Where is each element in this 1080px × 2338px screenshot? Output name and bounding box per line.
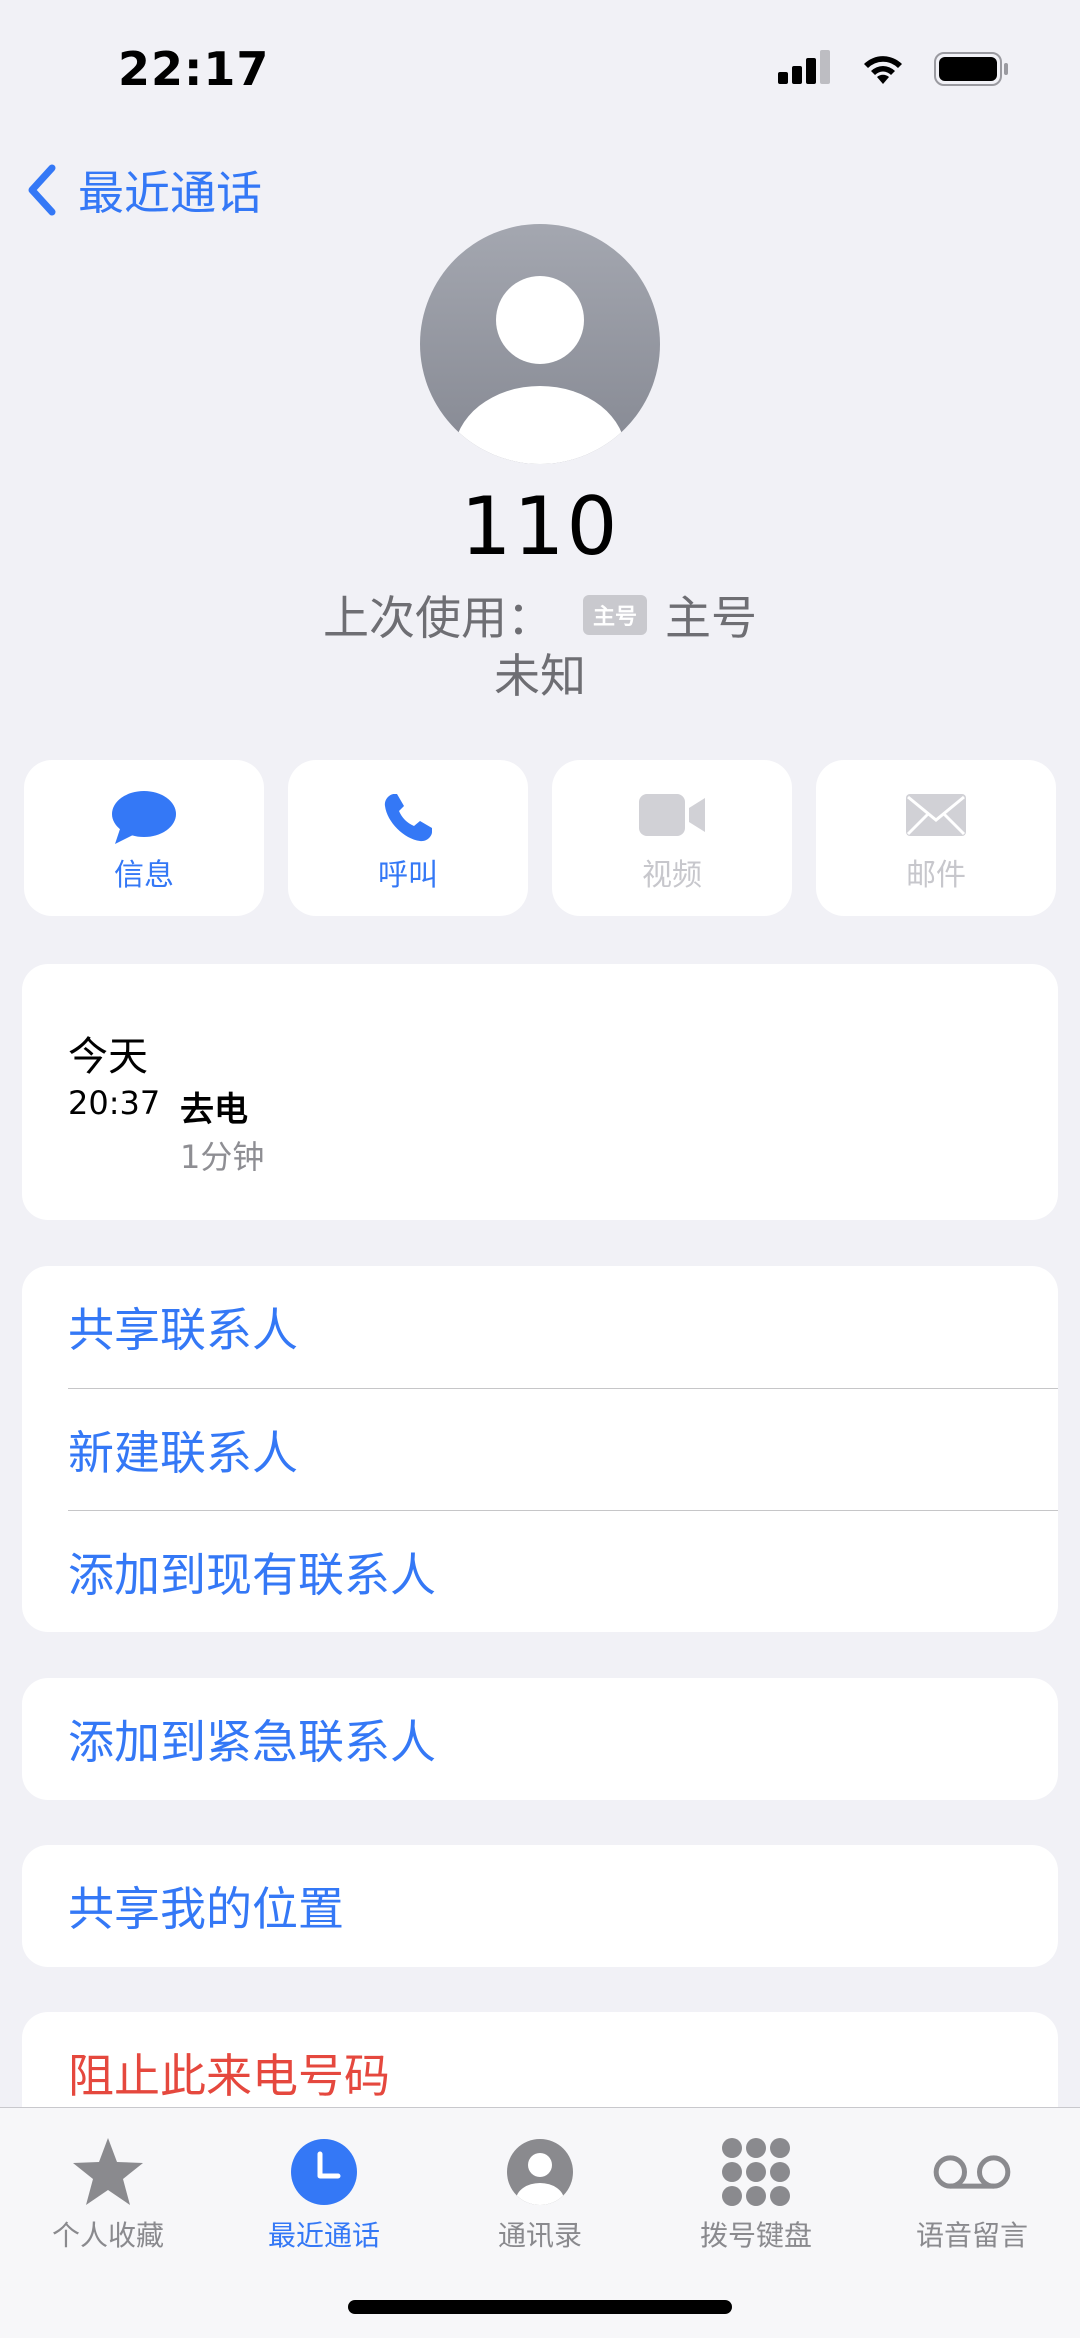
mail-label: 邮件 bbox=[906, 858, 966, 893]
call-duration: 1分钟 bbox=[180, 1138, 265, 1176]
share-contact-button[interactable]: 共享联系人 bbox=[68, 1266, 1058, 1388]
clock-icon bbox=[291, 2139, 357, 2205]
tab-voicemail-label: 语音留言 bbox=[915, 2219, 1028, 2252]
number-location: 未知 bbox=[494, 649, 586, 703]
avatar bbox=[420, 224, 660, 464]
sim-badge: 主号 bbox=[582, 595, 647, 635]
call-time: 20:37 bbox=[68, 1084, 161, 1122]
add-emergency-contact-button[interactable]: 添加到紧急联系人 bbox=[68, 1678, 1058, 1800]
back-label: 最近通话 bbox=[78, 166, 262, 220]
tab-voicemail[interactable]: 语音留言 bbox=[882, 2122, 1062, 2272]
voicemail-icon bbox=[933, 2155, 1011, 2189]
call-label: 呼叫 bbox=[378, 858, 438, 893]
status-bar: 22:17 bbox=[0, 0, 1080, 140]
call-type: 去电 bbox=[180, 1090, 248, 1130]
video-label: 视频 bbox=[642, 858, 702, 893]
tab-recents-label: 最近通话 bbox=[267, 2219, 380, 2252]
back-button[interactable]: 最近通话 bbox=[20, 160, 262, 220]
new-contact-button[interactable]: 新建联系人 bbox=[68, 1388, 1058, 1511]
tab-contacts-label: 通讯录 bbox=[497, 2219, 582, 2252]
mail-icon bbox=[906, 794, 966, 836]
sim-name: 主号 bbox=[665, 591, 757, 645]
tab-favorites-label: 个人收藏 bbox=[51, 2219, 164, 2252]
message-icon bbox=[112, 791, 176, 844]
status-time: 22:17 bbox=[118, 42, 270, 96]
location-card: 共享我的位置 bbox=[22, 1845, 1058, 1967]
share-location-button[interactable]: 共享我的位置 bbox=[68, 1845, 1058, 1967]
tab-keypad[interactable]: 拨号键盘 bbox=[666, 2122, 846, 2272]
last-used-line: 上次使用： 主号 主号 bbox=[0, 582, 1080, 648]
wifi-icon bbox=[864, 56, 902, 84]
phone-icon bbox=[384, 794, 432, 842]
tab-favorites[interactable]: 个人收藏 bbox=[18, 2122, 198, 2272]
video-icon bbox=[639, 794, 705, 836]
person-placeholder-icon bbox=[420, 224, 660, 464]
message-button[interactable]: 信息 bbox=[24, 760, 264, 916]
chevron-left-icon bbox=[28, 164, 56, 216]
contacts-icon bbox=[507, 2139, 573, 2205]
contact-options-card: 共享联系人 新建联系人 添加到现有联系人 bbox=[22, 1266, 1058, 1632]
star-icon bbox=[73, 2138, 143, 2205]
call-button[interactable]: 呼叫 bbox=[288, 760, 528, 916]
keypad-icon bbox=[722, 2138, 790, 2206]
add-existing-contact-button[interactable]: 添加到现有联系人 bbox=[68, 1510, 1058, 1633]
cellular-signal-icon bbox=[778, 50, 830, 84]
home-indicator bbox=[348, 2300, 732, 2314]
battery-icon bbox=[934, 52, 1008, 86]
status-icons bbox=[778, 50, 1010, 88]
phone-number: 110 bbox=[460, 480, 620, 573]
video-button[interactable]: 视频 bbox=[552, 760, 792, 916]
call-history-card: 今天 20:37 去电 1分钟 bbox=[22, 964, 1058, 1220]
tab-recents[interactable]: 最近通话 bbox=[234, 2122, 414, 2272]
tab-keypad-label: 拨号键盘 bbox=[699, 2219, 812, 2252]
tab-contacts[interactable]: 通讯录 bbox=[450, 2122, 630, 2272]
action-buttons: 信息 呼叫 视频 邮件 bbox=[24, 760, 1056, 916]
message-label: 信息 bbox=[114, 858, 174, 893]
emergency-card: 添加到紧急联系人 bbox=[22, 1678, 1058, 1800]
last-used-label: 上次使用： bbox=[322, 591, 553, 645]
call-day: 今天 bbox=[68, 1034, 148, 1080]
mail-button[interactable]: 邮件 bbox=[816, 760, 1056, 916]
